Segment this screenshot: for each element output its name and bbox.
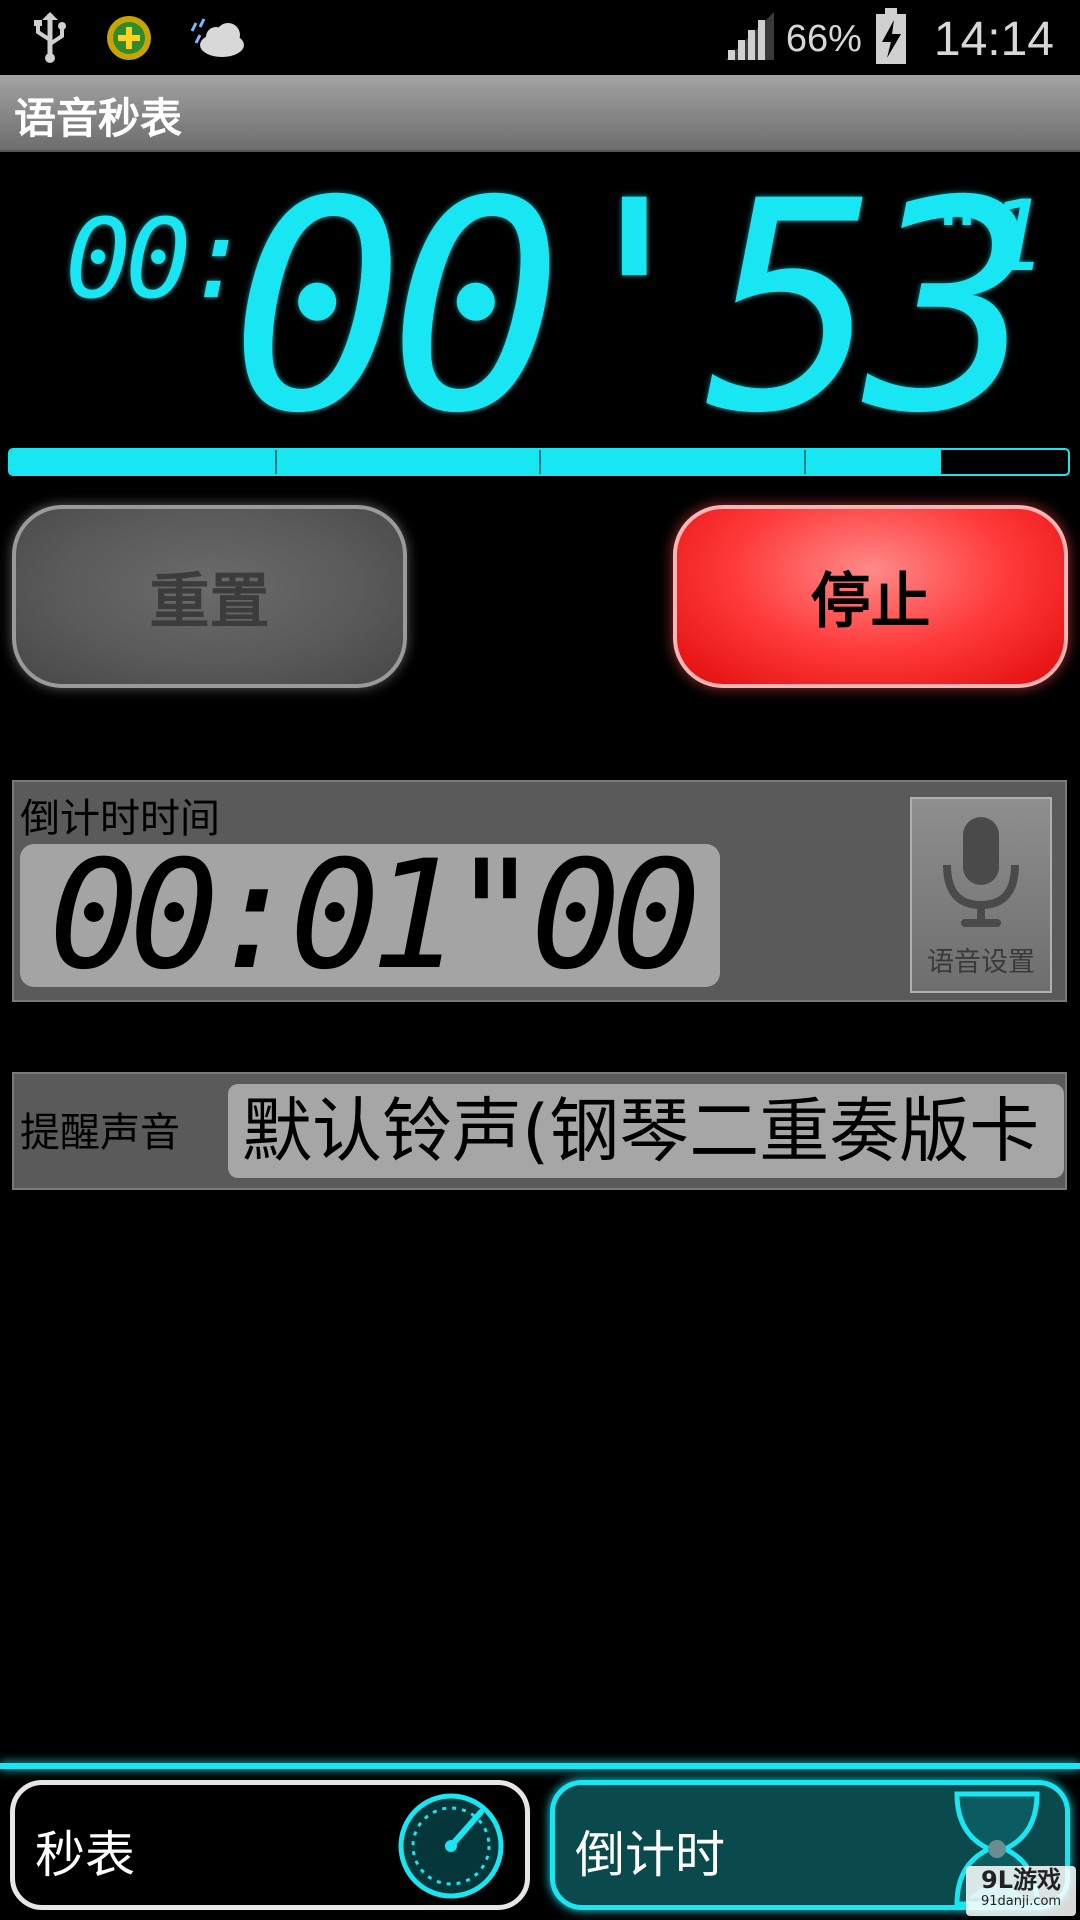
progress-tick xyxy=(803,450,806,474)
tab-stopwatch[interactable]: 秒表 xyxy=(10,1780,530,1910)
watermark-logo: 9L游戏 91danji.com xyxy=(966,1866,1076,1916)
app-plus-icon xyxy=(104,13,154,67)
app-title: 语音秒表 xyxy=(14,94,183,143)
stopwatch-tenths: "1 xyxy=(928,180,1047,294)
voice-settings-label: 语音设置 xyxy=(927,947,1035,978)
tab-countdown-label: 倒计时 xyxy=(575,1826,725,1884)
status-bar: 66% 14:14 xyxy=(0,0,1080,75)
stopwatch-main: 00'53 xyxy=(230,140,1039,477)
stopwatch-dial-icon xyxy=(395,1790,507,1914)
stop-button[interactable]: 停止 xyxy=(673,505,1068,688)
reset-button[interactable]: 重置 xyxy=(12,505,407,688)
stopwatch-readout: 00: 00'53 "1 xyxy=(60,140,1046,477)
signal-percent: 66% xyxy=(785,17,862,60)
progress-fill xyxy=(10,450,942,474)
signal-icon xyxy=(725,12,774,66)
stopwatch-progress-bar xyxy=(8,448,1070,476)
progress-tick xyxy=(274,450,277,474)
countdown-time-field[interactable]: 00:01"00 xyxy=(20,829,720,1003)
screen: 66% 14:14 语音秒表 00: 00'53 "1 重置 停止 倒计时时间 … xyxy=(0,0,1080,1920)
progress-tick xyxy=(539,450,541,474)
watermark-line2: 91danji.com xyxy=(980,1894,1062,1909)
alarm-sound-panel: 提醒声音 默认铃声(钢琴二重奏版卡 xyxy=(12,1072,1067,1190)
weather-icon xyxy=(188,13,248,67)
alarm-sound-field[interactable]: 默认铃声(钢琴二重奏版卡 xyxy=(228,1084,1064,1178)
status-time: 14:14 xyxy=(933,12,1054,66)
battery-charging-icon xyxy=(874,8,908,70)
microphone-icon xyxy=(935,813,1027,937)
tab-divider xyxy=(0,1763,1080,1769)
watermark-line1: 9L游戏 xyxy=(981,1866,1061,1894)
alarm-sound-label: 提醒声音 xyxy=(20,1110,180,1156)
countdown-panel: 倒计时时间 00:01"00 语音设置 xyxy=(12,780,1067,1003)
tab-stopwatch-label: 秒表 xyxy=(35,1826,135,1884)
voice-settings-button[interactable]: 语音设置 xyxy=(910,797,1052,993)
usb-icon xyxy=(30,10,70,69)
stopwatch-hours: 00: xyxy=(65,195,252,323)
